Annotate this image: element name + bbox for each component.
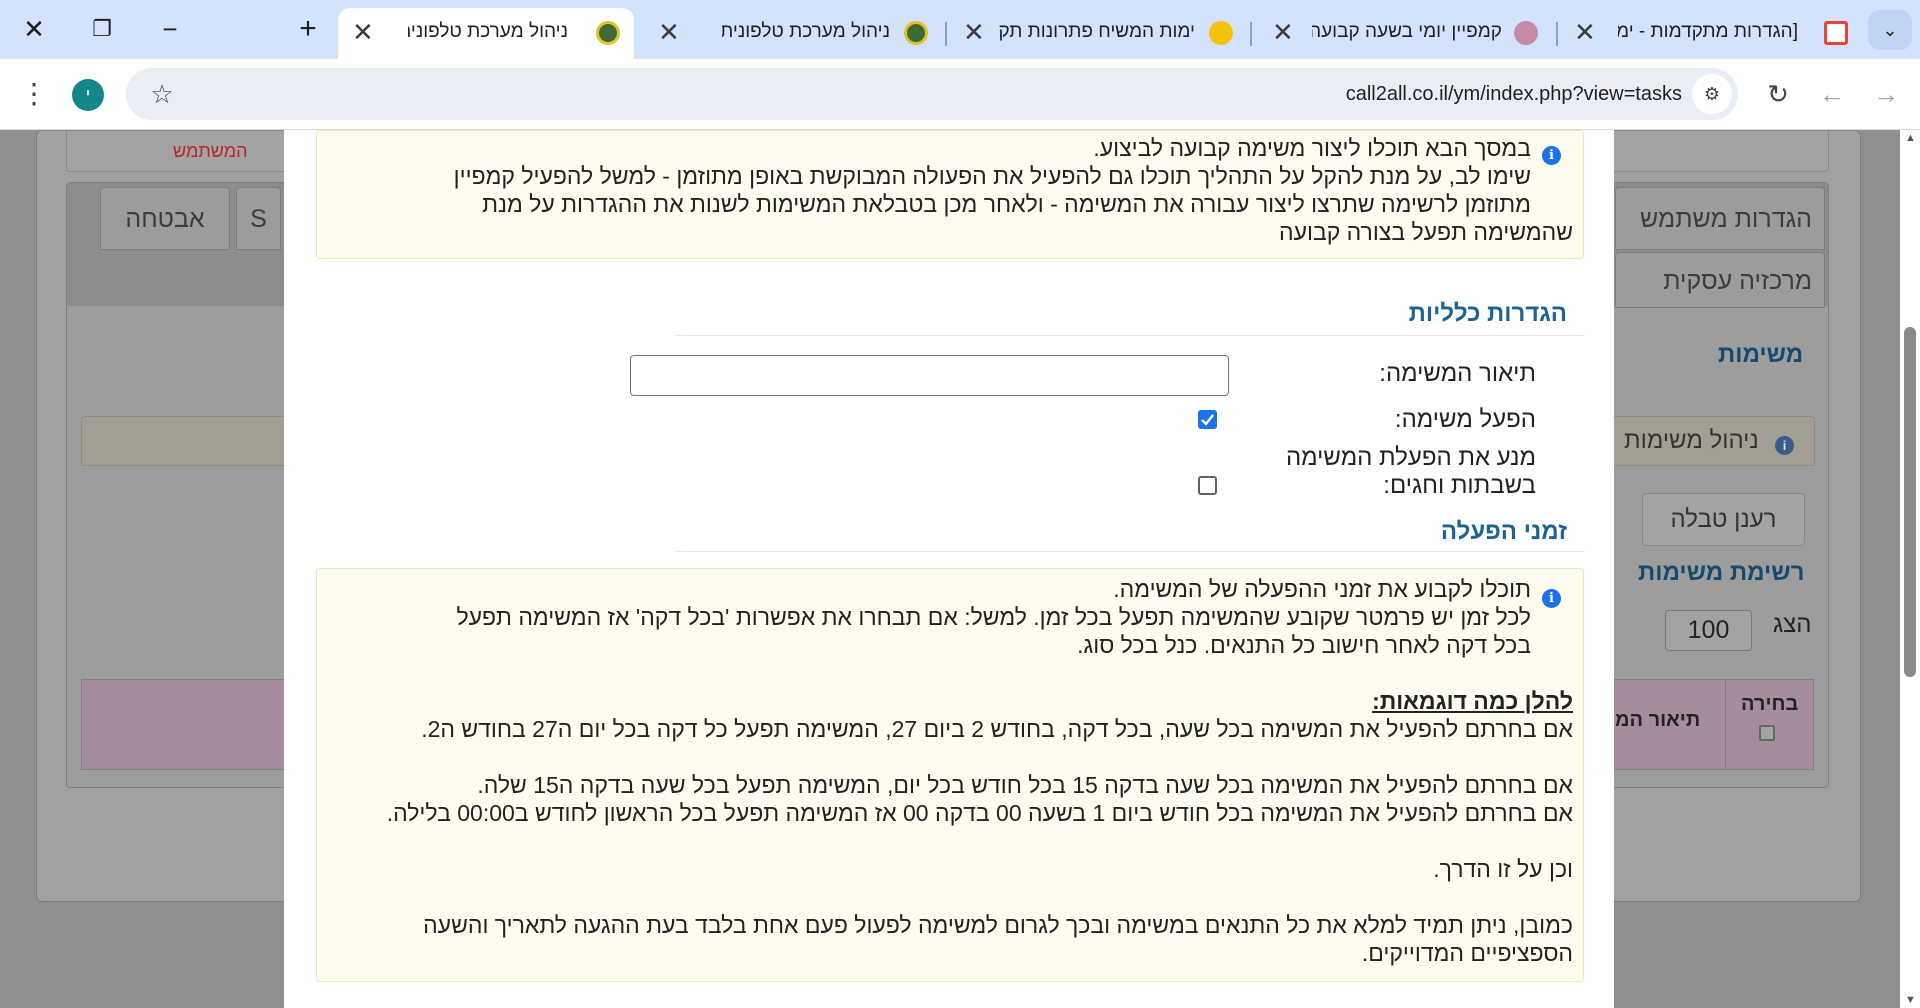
background-tab-security: אבטחה — [100, 187, 230, 250]
scrollbar-thumb[interactable] — [1904, 327, 1916, 677]
scroll-up-icon[interactable]: ▲ — [1905, 132, 1916, 144]
closing-note: כמובן, ניתן תמיד למלא את כל התנאים במשימ… — [423, 912, 1573, 966]
tab-close-icon[interactable]: ✕ — [1272, 17, 1294, 47]
tab-favicon-icon — [904, 21, 928, 45]
examples-title: להלן כמה דוגמאות: — [1372, 688, 1573, 714]
intro-line: שימו לב, על מנת להקל על התהליך תוכלו גם … — [453, 163, 1531, 189]
profile-avatar[interactable]: י — [72, 79, 104, 111]
enable-task-checkbox[interactable] — [1198, 410, 1217, 429]
tab-close-icon[interactable]: ✕ — [352, 17, 374, 47]
gmail-favicon-icon — [1824, 21, 1848, 45]
page-viewport: המשתמש אבטחה S הגדרות משתמש מרכזיה עסקית… — [0, 130, 1920, 1008]
address-bar[interactable]: ☆ call2all.co.il/ym/index.php?view=tasks… — [126, 68, 1738, 120]
intro-notice: i במסך הבא תוכלו ליצור משימה קבועה לביצו… — [316, 130, 1584, 259]
tab-close-icon[interactable]: ✕ — [1574, 17, 1596, 47]
times-notice: i תוכלו לקבוע את זמני ההפעלה של המשימה. … — [316, 568, 1584, 982]
example-item: וכן על זו הדרך. — [1433, 856, 1573, 882]
tab[interactable]: ✕ [הגדרות מתקדמות - ימות — [1566, 8, 1848, 59]
background-tab-business-pbx: מרכזיה עסקית — [1615, 252, 1825, 308]
menu-kebab-icon[interactable]: ⋮ — [14, 74, 54, 114]
minimize-window-icon[interactable]: − — [150, 10, 190, 48]
tab[interactable]: ✕ קמפיין יומי בשעה קבועה — [1262, 8, 1552, 59]
info-icon: i — [1542, 146, 1561, 165]
close-window-icon[interactable]: ✕ — [14, 10, 54, 48]
url-text[interactable]: call2all.co.il/ym/index.php?view=tasks — [1346, 83, 1682, 106]
background-tab-partial: S — [236, 187, 281, 250]
section-general-title: הגדרות כלליות — [1408, 300, 1567, 327]
tab-strip: ✕ ❐ − + ✕ ניהול מערכת טלפונית ✕ ניהול מע… — [0, 0, 1920, 59]
background-manage-label: ניהול משימות — [1624, 427, 1759, 454]
tab-title: [הגדרות מתקדמות - ימות — [1618, 21, 1798, 42]
tab-favicon-icon — [1209, 21, 1233, 45]
checkmark-icon — [1201, 414, 1214, 426]
tab-close-icon[interactable]: ✕ — [658, 17, 680, 47]
background-col-select: בחירה — [1741, 693, 1799, 715]
site-settings-icon[interactable]: ⚙ — [1692, 74, 1732, 114]
enable-task-label: הפעל משימה: — [1394, 406, 1536, 433]
description-label: תיאור המשימה: — [1379, 360, 1536, 387]
times-intro-line: בכל דקה לאחר חישוב כל התנאים. כנל בכל סו… — [1077, 632, 1531, 658]
shabbat-block-checkbox[interactable] — [1198, 476, 1217, 495]
scroll-down-icon[interactable]: ▼ — [1905, 994, 1916, 1006]
background-list-heading: רשימת משימות — [1638, 559, 1805, 586]
tab-active[interactable]: ✕ ניהול מערכת טלפונית — [338, 8, 634, 59]
back-icon[interactable]: ← — [1812, 74, 1852, 114]
times-intro-line: תוכלו לקבוע את זמני ההפעלה של המשימה. — [1113, 576, 1531, 602]
task-description-input[interactable] — [630, 355, 1229, 396]
background-show-count: 100 — [1665, 610, 1752, 651]
background-tab-user-settings: הגדרות משתמש — [1615, 187, 1825, 250]
browser-toolbar: ⋮ י ☆ call2all.co.il/ym/index.php?view=t… — [0, 59, 1920, 130]
background-refresh-button: רענן טבלה — [1642, 493, 1805, 546]
restore-window-icon[interactable]: ❐ — [82, 10, 122, 48]
tab-search-chevron-down-icon[interactable]: ⌄ — [1868, 10, 1912, 50]
reload-icon[interactable]: ↻ — [1758, 74, 1798, 114]
tab-favicon-icon — [596, 21, 620, 45]
tab-title: ניהול מערכת טלפונית — [722, 21, 890, 42]
bookmark-star-icon[interactable]: ☆ — [142, 74, 182, 114]
example-item: אם בחרתם להפעיל את המשימה בכל שעה בדקה 1… — [477, 772, 1573, 798]
background-show-label: הצג — [1773, 611, 1812, 638]
task-dialog: i במסך הבא תוכלו ליצור משימה קבועה לביצו… — [284, 130, 1614, 1008]
forward-icon[interactable]: → — [1866, 74, 1906, 114]
times-intro-line: לכל זמן יש פרמטר שקובע שהמשימה תפעל בכל … — [456, 604, 1531, 630]
tab[interactable]: ✕ ימות המשיח פתרונות תק — [955, 8, 1245, 59]
background-user-link: המשתמש — [173, 141, 248, 161]
tab-close-icon[interactable]: ✕ — [963, 17, 985, 47]
example-item: אם בחרתם להפעיל את המשימה בכל חודש ביום … — [386, 800, 1573, 826]
tab-title: ימות המשיח פתרונות תק — [999, 21, 1195, 42]
intro-line: מתוזמן לרשימה שתרצו ליצור עבורה את המשימ… — [482, 191, 1531, 217]
tab-title: ניהול מערכת טלפונית — [408, 21, 568, 42]
background-col-desc: תיאור המ — [1615, 709, 1701, 731]
page-scrollbar[interactable]: ▲ ▼ — [1900, 130, 1920, 1008]
tab-favicon-icon — [1514, 21, 1538, 45]
tab-title: קמפיין יומי בשעה קבועה — [1312, 21, 1502, 42]
example-item: אם בחרתם להפעיל את המשימה בכל שעה, בכל ד… — [421, 716, 1573, 742]
background-heading: משימות — [1718, 341, 1804, 368]
new-tab-button[interactable]: + — [288, 10, 328, 48]
intro-line: במסך הבא תוכלו ליצור משימה קבועה לביצוע. — [1093, 135, 1531, 161]
section-times-title: זמני הפעלה — [1440, 518, 1567, 545]
shabbat-block-label: מנע את הפעלת המשימה בשבתות וחגים: — [1285, 444, 1536, 499]
info-icon: i — [1542, 589, 1561, 608]
intro-line: שהמשימה תפעל בצורה קבועה — [1279, 219, 1573, 245]
tab[interactable]: ✕ ניהול מערכת טלפונית — [650, 8, 940, 59]
